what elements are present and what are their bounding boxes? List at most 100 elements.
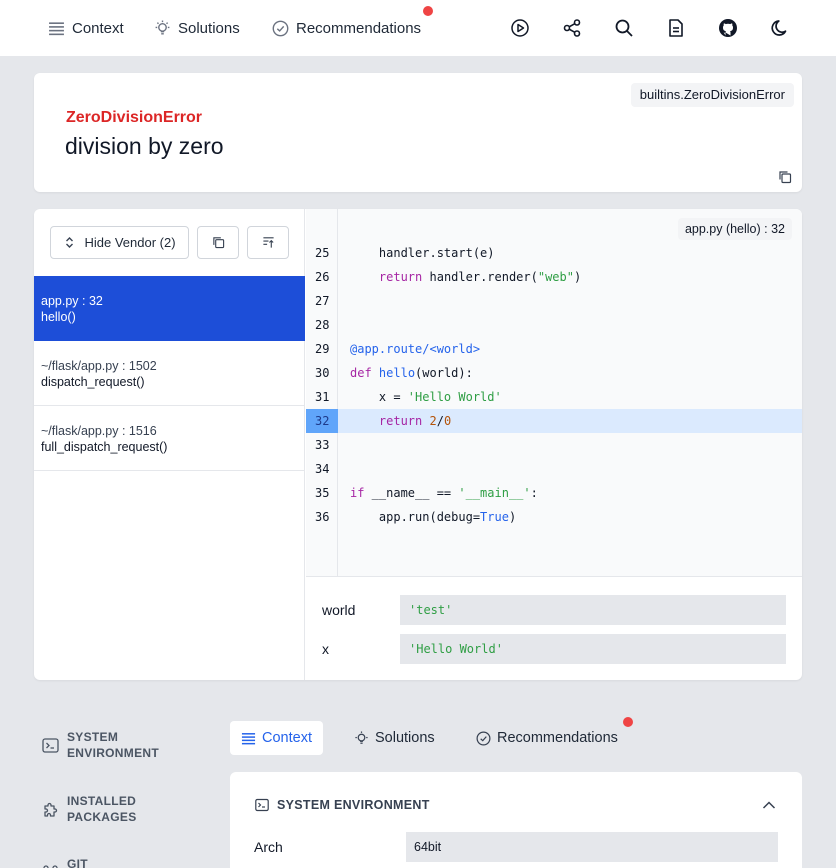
sort-frames-button[interactable] (247, 226, 289, 259)
code-viewer[interactable]: 25 handler.start(e) 26 return handler.ren… (306, 209, 802, 577)
stack-frame-item[interactable]: app.py : 32 hello() (34, 276, 305, 341)
sort-icon (262, 237, 274, 248)
variable-name: x (322, 641, 329, 657)
sidebar-item-system-environment[interactable]: SYSTEM ENVIRONMENT (42, 729, 159, 761)
stack-frames-panel: Hide Vendor (2) app.py : 32 hello() ~/fl… (34, 209, 305, 680)
sidebar-item-label: GIT (67, 857, 88, 868)
git-branch-icon (43, 865, 58, 868)
github-icon[interactable] (716, 16, 740, 40)
line-source: return handler.render("web") (378, 270, 582, 284)
line-number: 31 (315, 390, 330, 404)
frame-location: ~/flask/app.py : 1516 (41, 424, 157, 438)
variable-name: world (322, 602, 356, 618)
check-circle-icon (476, 731, 491, 745)
sidebar-item-label: INSTALLED (67, 794, 137, 808)
chevron-up-icon[interactable] (762, 798, 776, 812)
terminal-icon (255, 798, 269, 812)
play-icon[interactable] (508, 16, 532, 40)
document-icon[interactable] (664, 16, 688, 40)
line-number: 36 (315, 510, 330, 524)
variable-value[interactable]: 'Hello World' (400, 634, 786, 664)
variable-value[interactable]: 'test' (400, 595, 786, 625)
line-number: 30 (315, 366, 330, 380)
code-line: 29 @app.route/<world> (306, 337, 802, 361)
code-line: 28 (306, 313, 802, 337)
exception-class-badge: builtins.ZeroDivisionError (630, 83, 794, 107)
share-icon[interactable] (560, 16, 584, 40)
variable-row: world 'test' (322, 595, 786, 625)
frame-function: dispatch_request() (41, 375, 145, 389)
moon-icon[interactable] (768, 16, 792, 40)
copy-stack-button[interactable] (197, 226, 239, 259)
section-title: SYSTEM ENVIRONMENT (277, 798, 430, 812)
line-number: 28 (315, 318, 330, 332)
code-line: 33 (306, 433, 802, 457)
line-source: return 2/0 (378, 414, 452, 428)
notification-dot (623, 717, 633, 727)
chevron-up-down-icon (66, 237, 74, 248)
nav-tab-label: Context (72, 19, 124, 37)
tab-context[interactable]: Context (230, 721, 323, 755)
context-value: 64bit (406, 832, 778, 862)
line-source: handler.start(e) (350, 246, 495, 260)
puzzle-icon (44, 802, 58, 817)
search-icon[interactable] (612, 16, 636, 40)
nav-tab-label: Solutions (178, 19, 240, 37)
nav-tab-label: Recommendations (296, 19, 422, 37)
sidebar-item-installed-packages[interactable]: INSTALLED PACKAGES (42, 793, 137, 825)
code-line: 25 handler.start(e) (306, 241, 802, 265)
notification-dot (423, 6, 433, 16)
exception-message: division by zero (65, 133, 224, 159)
line-source: def hello(world): (350, 366, 473, 380)
section-header: SYSTEM ENVIRONMENT (255, 798, 430, 812)
code-line: 32 return 2/0 (306, 409, 802, 433)
line-source: x = 'Hello World' (350, 390, 502, 404)
hide-vendor-button[interactable]: Hide Vendor (2) (50, 226, 189, 259)
context-key: Arch (254, 839, 283, 855)
nav-tab-recommendations[interactable]: Recommendations (272, 0, 421, 56)
terminal-icon (42, 738, 59, 753)
code-line: 30 def hello(world): (306, 361, 802, 385)
frame-function: full_dispatch_request() (41, 440, 168, 454)
code-line: 34 (306, 457, 802, 481)
nav-tab-context[interactable]: Context (48, 0, 124, 56)
context-section-card: SYSTEM ENVIRONMENT Arch 64bit (230, 772, 802, 868)
tab-label: Context (262, 730, 312, 746)
line-number: 35 (315, 486, 330, 500)
sidebar-item-git[interactable]: GIT (42, 856, 88, 868)
tab-recommendations[interactable]: Recommendations (476, 721, 618, 755)
stack-trace-card: Hide Vendor (2) app.py : 32 hello() ~/fl… (34, 209, 802, 680)
sidebar-item-label: PACKAGES (67, 810, 137, 824)
line-number: 25 (315, 246, 330, 260)
line-number: 26 (315, 270, 330, 284)
code-line: 31 x = 'Hello World' (306, 385, 802, 409)
line-source: app.run(debug=True) (350, 510, 517, 524)
list-icon (241, 732, 256, 744)
copy-icon[interactable] (778, 170, 792, 184)
frame-variables: world 'test' x 'Hello World' (306, 578, 802, 680)
frame-location: ~/flask/app.py : 1502 (41, 359, 157, 373)
frame-function: hello() (41, 310, 76, 324)
file-location-badge: app.py (hello) : 32 (677, 218, 792, 240)
frame-location: app.py : 32 (41, 294, 103, 308)
line-number: 32 (306, 409, 338, 433)
variable-row: x 'Hello World' (322, 634, 786, 664)
code-line: 26 return handler.render("web") (306, 265, 802, 289)
exception-type: ZeroDivisionError (66, 109, 203, 126)
lightbulb-icon (355, 730, 368, 744)
code-line: 36 app.run(debug=True) (306, 505, 802, 529)
top-navigation: Context Solutions Recommendations (0, 0, 836, 57)
nav-tab-solutions[interactable]: Solutions (154, 0, 240, 56)
sidebar-item-label: SYSTEM (67, 730, 119, 744)
stack-frame-item[interactable]: ~/flask/app.py : 1516 full_dispatch_requ… (34, 406, 305, 471)
line-number: 34 (315, 462, 330, 476)
tab-label: Solutions (375, 730, 435, 746)
code-line: 35 if __name__ == '__main__': (306, 481, 802, 505)
tab-label: Recommendations (497, 730, 618, 746)
stack-frame-item[interactable]: ~/flask/app.py : 1502 dispatch_request() (34, 341, 305, 406)
code-line: 27 (306, 289, 802, 313)
lightbulb-icon (155, 20, 170, 35)
tab-solutions[interactable]: Solutions (354, 721, 435, 755)
line-number: 27 (315, 294, 330, 308)
error-summary-card: ZeroDivisionError division by zero built… (34, 73, 802, 192)
